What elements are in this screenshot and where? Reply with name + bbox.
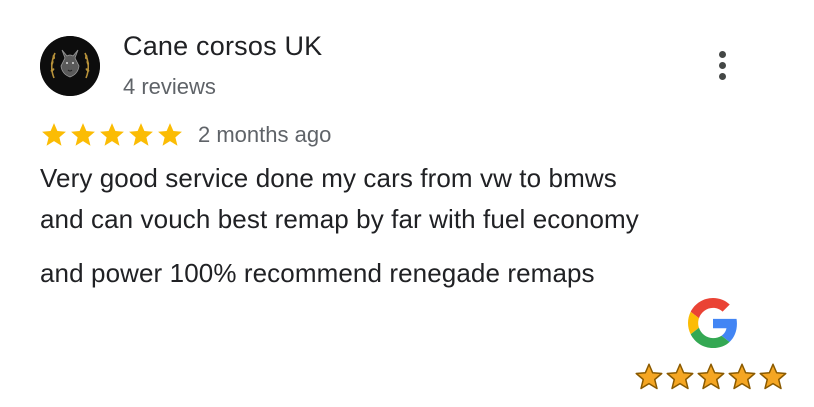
review-time: 2 months ago: [198, 122, 332, 147]
star-icon: [758, 362, 788, 392]
star-icon: [40, 121, 68, 149]
star-icon: [127, 121, 155, 149]
star-icon: [665, 362, 695, 392]
star-icon: [156, 121, 184, 149]
avatar[interactable]: [40, 36, 100, 96]
rating-row: 2 months ago: [40, 118, 331, 152]
more-options-button[interactable]: [708, 48, 738, 82]
star-rating: [40, 121, 184, 149]
google-g-icon: [688, 298, 738, 348]
review-count: 4 reviews: [123, 74, 216, 99]
more-vert-icon: [719, 62, 726, 69]
badge-star-rating: [634, 362, 788, 392]
star-icon: [634, 362, 664, 392]
more-vert-icon: [719, 73, 726, 80]
more-vert-icon: [719, 51, 726, 58]
review-text-line: and power 100% recommend renegade remaps: [40, 258, 595, 288]
star-icon: [69, 121, 97, 149]
review-text-line: Very good service done my cars from vw t…: [40, 163, 617, 193]
dog-logo-icon: [40, 36, 100, 96]
star-icon: [727, 362, 757, 392]
star-icon: [696, 362, 726, 392]
author-name[interactable]: Cane corsos UK: [123, 31, 322, 62]
review-text-line: and can vouch best remap by far with fue…: [40, 204, 639, 234]
star-icon: [98, 121, 126, 149]
